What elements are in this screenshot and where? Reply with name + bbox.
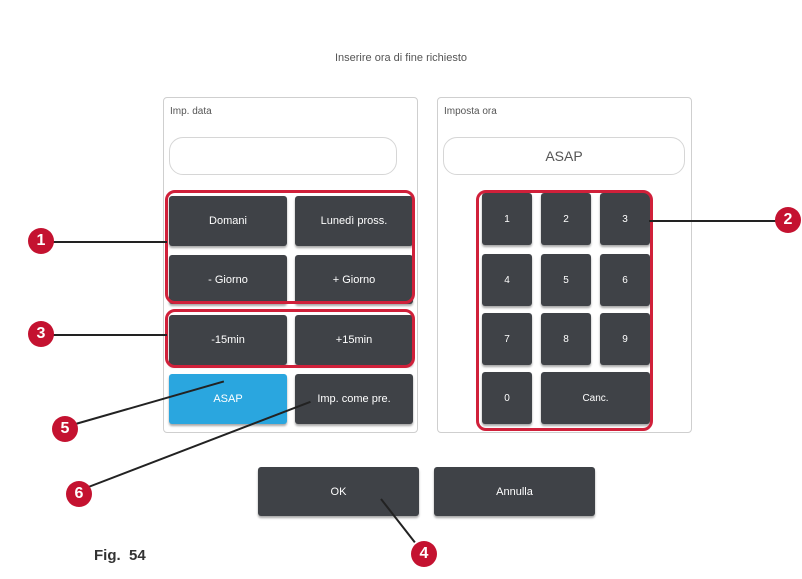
clear-button[interactable]: Canc. <box>541 372 650 424</box>
minus-15min-button[interactable]: -15min <box>169 315 287 365</box>
date-field[interactable] <box>169 137 397 175</box>
callout-badge-3: 3 <box>28 321 54 347</box>
key-9[interactable]: 9 <box>600 313 650 365</box>
plus-15min-button[interactable]: +15min <box>295 315 413 365</box>
dialog-title: Inserire ora di fine richiesto <box>334 52 468 64</box>
minus-day-button[interactable]: - Giorno <box>169 255 287 304</box>
callout-badge-6: 6 <box>66 481 92 507</box>
callout-line-1 <box>40 241 167 243</box>
key-4[interactable]: 4 <box>482 254 532 306</box>
key-1[interactable]: 1 <box>482 193 532 245</box>
key-3[interactable]: 3 <box>600 193 650 245</box>
key-6[interactable]: 6 <box>600 254 650 306</box>
tomorrow-button[interactable]: Domani <box>169 196 287 246</box>
key-2[interactable]: 2 <box>541 193 591 245</box>
key-5[interactable]: 5 <box>541 254 591 306</box>
next-monday-button[interactable]: Lunedì pross. <box>295 196 413 246</box>
callout-line-2 <box>649 220 782 222</box>
callout-badge-2: 2 <box>775 207 801 233</box>
callout-line-3 <box>40 334 167 336</box>
time-panel-title: Imposta ora <box>444 106 497 117</box>
set-as-default-button[interactable]: Imp. come pre. <box>295 374 413 424</box>
cancel-button[interactable]: Annulla <box>434 467 595 516</box>
key-8[interactable]: 8 <box>541 313 591 365</box>
callout-badge-4: 4 <box>411 541 437 567</box>
figure-caption: Fig. 54 <box>94 547 146 564</box>
callout-badge-5: 5 <box>52 416 78 442</box>
plus-day-button[interactable]: + Giorno <box>295 255 413 304</box>
date-panel-title: Imp. data <box>170 106 212 117</box>
time-field[interactable]: ASAP <box>443 137 685 175</box>
key-0[interactable]: 0 <box>482 372 532 424</box>
key-7[interactable]: 7 <box>482 313 532 365</box>
ok-button[interactable]: OK <box>258 467 419 516</box>
callout-badge-1: 1 <box>28 228 54 254</box>
